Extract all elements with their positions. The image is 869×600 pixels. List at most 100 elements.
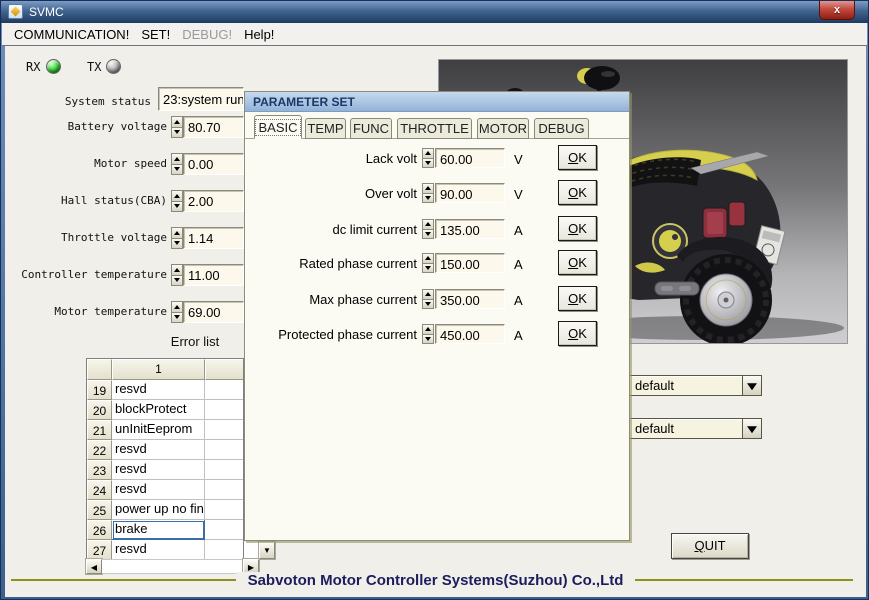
param-value-field[interactable]: 150.00	[435, 253, 505, 273]
throttle-voltage-field[interactable]: 1.14	[183, 227, 244, 249]
spin-up-button[interactable]	[422, 219, 434, 230]
spin-down-button[interactable]	[171, 238, 183, 249]
motor-speed-field[interactable]: 0.00	[183, 153, 244, 175]
param-value-field[interactable]: 350.00	[435, 289, 505, 309]
table-row: 19 resvd	[87, 380, 243, 400]
spin-up-button[interactable]	[171, 153, 183, 165]
menu-set[interactable]: SET!	[135, 25, 176, 44]
preset-dropdown-2[interactable]: default	[629, 418, 762, 439]
system-status-field[interactable]: 23:system run	[158, 87, 244, 111]
row-number-cell[interactable]: 25	[87, 500, 112, 520]
motor-temperature-spinner	[171, 301, 183, 323]
spin-down-button[interactable]	[171, 312, 183, 323]
battery-voltage-field[interactable]: 80.70	[183, 116, 244, 138]
hall-status-spinner	[171, 190, 183, 212]
row-number-cell[interactable]: 24	[87, 480, 112, 500]
chevron-down-icon[interactable]	[742, 419, 761, 438]
tab-motor[interactable]: MOTOR	[477, 118, 529, 139]
column-header-cell	[205, 359, 243, 380]
tab-basic[interactable]: BASIC	[254, 115, 302, 139]
rx-label: RX	[26, 60, 41, 74]
error-cell[interactable]: blockProtect	[112, 400, 205, 420]
spin-down-button[interactable]	[171, 127, 183, 138]
spin-up-button[interactable]	[171, 264, 183, 276]
empty-cell[interactable]	[205, 460, 243, 480]
error-cell[interactable]: resvd	[112, 460, 205, 480]
spin-up-button[interactable]	[422, 148, 434, 159]
spin-up-button[interactable]	[171, 227, 183, 239]
close-button[interactable]: x	[819, 1, 855, 20]
spin-up-button[interactable]	[422, 289, 434, 300]
motor-temperature-field[interactable]: 69.00	[183, 301, 244, 323]
param-value-field[interactable]: 450.00	[435, 324, 505, 344]
row-number-cell[interactable]: 27	[87, 540, 112, 560]
spin-down-button[interactable]	[171, 201, 183, 212]
tab-debug[interactable]: DEBUG	[534, 118, 589, 139]
row-number-cell[interactable]: 26	[87, 520, 112, 540]
empty-cell[interactable]	[205, 420, 243, 440]
empty-cell[interactable]	[205, 400, 243, 420]
dialog-title-bar[interactable]: PARAMETER SET	[245, 92, 629, 112]
row-number-cell[interactable]: 20	[87, 400, 112, 420]
row-number-cell[interactable]: 23	[87, 460, 112, 480]
param-unit: A	[514, 293, 523, 308]
param-value-field[interactable]: 135.00	[435, 219, 505, 239]
error-cell[interactable]: power up no fini	[112, 500, 205, 520]
preset-dropdown-1[interactable]: default	[629, 375, 762, 396]
empty-cell[interactable]	[205, 480, 243, 500]
empty-cell[interactable]	[205, 440, 243, 460]
tab-temp[interactable]: TEMP	[305, 118, 346, 139]
spin-up-button[interactable]	[422, 253, 434, 264]
ok-button[interactable]: OK	[558, 250, 597, 275]
chevron-down-icon[interactable]	[742, 376, 761, 395]
empty-cell[interactable]	[205, 380, 243, 400]
spin-down-button[interactable]	[422, 299, 434, 309]
battery-voltage-label: Battery voltage	[67, 120, 167, 133]
param-value-field[interactable]: 90.00	[435, 183, 505, 203]
column-header-cell[interactable]: 1	[112, 359, 205, 380]
row-number-cell[interactable]: 21	[87, 420, 112, 440]
error-cell[interactable]: resvd	[112, 440, 205, 460]
empty-cell[interactable]	[205, 500, 243, 520]
spin-down-button[interactable]	[422, 158, 434, 168]
spin-down-button[interactable]	[422, 334, 434, 344]
selected-error-cell[interactable]: brake	[112, 520, 205, 540]
tab-func[interactable]: FUNC	[350, 118, 392, 139]
motor-speed-label: Motor speed	[94, 157, 167, 170]
vscroll-down-arrow-icon[interactable]: ▼	[259, 542, 275, 559]
spin-down-button[interactable]	[422, 263, 434, 273]
ok-button[interactable]: OK	[558, 321, 597, 346]
hall-status-field[interactable]: 2.00	[183, 190, 244, 212]
spin-up-button[interactable]	[171, 301, 183, 313]
spin-up-button[interactable]	[422, 183, 434, 194]
quit-button[interactable]: QUIT	[671, 533, 749, 559]
empty-cell[interactable]	[205, 520, 243, 540]
company-name: Sabvoton Motor Controller Systems(Suzhou…	[5, 572, 866, 590]
error-cell[interactable]: unInitEeprom	[112, 420, 205, 440]
spin-up-button[interactable]	[171, 190, 183, 202]
spin-up-button[interactable]	[171, 116, 183, 128]
param-value-field[interactable]: 60.00	[435, 148, 505, 168]
row-number-cell[interactable]: 22	[87, 440, 112, 460]
menu-communication[interactable]: COMMUNICATION!	[8, 25, 135, 44]
spin-down-button[interactable]	[422, 229, 434, 239]
ok-button[interactable]: OK	[558, 286, 597, 311]
ok-button[interactable]: OK	[558, 216, 597, 241]
menu-help[interactable]: Help!	[238, 25, 280, 44]
row-number-cell[interactable]: 19	[87, 380, 112, 400]
spin-down-button[interactable]	[422, 193, 434, 203]
table-row: 22 resvd	[87, 440, 243, 460]
empty-cell[interactable]	[205, 540, 243, 560]
tab-throttle[interactable]: THROTTLE	[397, 118, 472, 139]
spin-down-button[interactable]	[171, 275, 183, 286]
spin-down-button[interactable]	[171, 164, 183, 175]
error-cell[interactable]: resvd	[112, 540, 205, 560]
ok-button[interactable]: OK	[558, 180, 597, 205]
spin-up-button[interactable]	[422, 324, 434, 335]
ok-button[interactable]: OK	[558, 145, 597, 170]
controller-temperature-field[interactable]: 11.00	[183, 264, 244, 286]
title-bar[interactable]: SVMC x	[1, 1, 868, 23]
param-unit: V	[514, 187, 523, 202]
error-cell[interactable]: resvd	[112, 380, 205, 400]
error-cell[interactable]: resvd	[112, 480, 205, 500]
